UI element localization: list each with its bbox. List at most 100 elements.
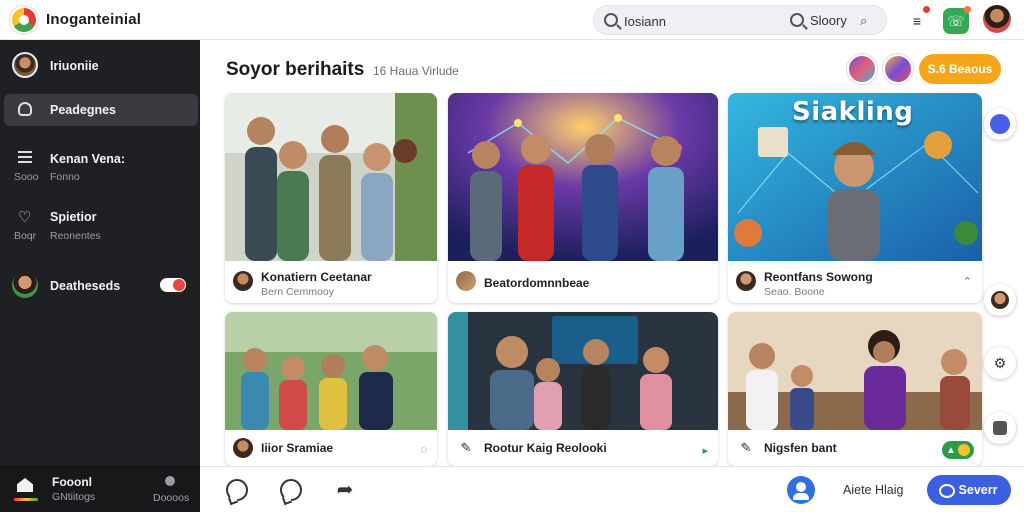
live-badge[interactable]: ▲ — [942, 441, 974, 459]
user-icon[interactable] — [787, 476, 815, 504]
more-icon[interactable]: ⌃ — [963, 275, 972, 288]
toggle-knob — [173, 279, 185, 291]
sidebar-item-label: Spietior — [50, 210, 97, 224]
share-icon[interactable]: ➦ — [334, 479, 356, 501]
avatar — [233, 438, 253, 458]
bottom-label[interactable]: Aiete Hlaig — [843, 483, 903, 497]
sidebar-item-deatheseds[interactable]: Deatheseds — [4, 270, 198, 300]
gear-icon: ⚙ — [993, 354, 1007, 371]
comment-icon[interactable] — [280, 479, 302, 501]
assistant-button[interactable] — [984, 108, 1016, 140]
room-card[interactable]: Beatordomnnbeae — [448, 93, 718, 303]
brand-logo[interactable] — [10, 6, 38, 34]
card-footer: Reontfans Sowong Seao. Boone ⌃ — [728, 261, 982, 303]
search-input[interactable] — [624, 12, 764, 30]
top-bar: Inoganteinial Sloory ⌕ ≡ ☏ — [0, 0, 1024, 40]
sidebar-item-peadegnes[interactable]: Peadegnes — [4, 94, 198, 126]
sidebar-item-label: Kenan Vena: — [50, 152, 126, 166]
sidebar-item-meta: Reonentes — [50, 230, 101, 242]
sidebar-item-meta: Fonno — [50, 171, 80, 183]
window-button[interactable] — [984, 412, 1016, 444]
card-title: Beatordomnnbeae — [484, 276, 590, 290]
avatar — [456, 271, 476, 291]
room-card[interactable]: Siakling Reontfans Sowong Seao. Boone ⌃ — [728, 93, 982, 303]
card-title: Rootur Kaig Reolooki — [484, 441, 607, 455]
emoji-icon — [957, 444, 970, 456]
room-card[interactable]: Iiior Sramiae ◌ — [225, 312, 437, 466]
card-footer: ✎ Nigsfen bant ▲ — [728, 430, 982, 466]
card-title: Nigsfen bant — [764, 441, 837, 455]
notifications-icon[interactable]: ≡ — [904, 6, 930, 34]
call-icon[interactable]: ☏ — [943, 6, 971, 34]
send-button[interactable]: Severr — [927, 475, 1011, 505]
voice-search-icon[interactable]: ⌕ — [860, 13, 876, 29]
card-footer: Beatordomnnbeae — [448, 261, 718, 303]
menu-icon — [18, 151, 32, 163]
settings-button[interactable]: ⚙ — [984, 347, 1016, 379]
search-icon — [604, 13, 618, 27]
room-card[interactable]: Konatiern Ceetanar Bern Cemmooy — [225, 93, 437, 303]
card-footer: Konatiern Ceetanar Bern Cemmooy — [225, 261, 437, 303]
footer-subtitle: GNtiitogs — [52, 491, 96, 503]
room-thumbnail — [225, 93, 437, 261]
search-bar[interactable]: Sloory ⌕ — [593, 5, 887, 35]
sidebar-item-meta: Boqr — [14, 230, 37, 242]
card-title: Konatiern Ceetanar — [261, 270, 372, 284]
edit-icon: ✎ — [736, 438, 756, 458]
notification-dot — [923, 6, 930, 13]
sidebar-item-label: Iriuoniie — [50, 59, 99, 73]
card-subtitle: Bern Cemmooy — [261, 286, 334, 298]
heart-icon: ♡ — [18, 209, 32, 226]
avatar — [233, 271, 253, 291]
live-indicator-icon: ▸ — [702, 445, 708, 457]
sidebar-item-profile[interactable]: Iriuoniie — [4, 50, 198, 82]
edit-icon: ✎ — [456, 438, 476, 458]
room-card[interactable]: ✎ Rootur Kaig Reolooki ▸ — [448, 312, 718, 466]
avatar — [12, 52, 38, 78]
room-thumbnail — [728, 312, 982, 430]
avatar — [736, 271, 756, 291]
sidebar-item-spietior[interactable]: ♡ Spietior Boqr Reonentes — [4, 206, 198, 246]
avatar — [991, 291, 1009, 309]
search-secondary-label[interactable]: Sloory — [810, 13, 847, 28]
sidebar-item-kenan-vena[interactable]: Kenan Vena: Sooo Fonno — [4, 148, 198, 188]
page-subtitle: 16 Haua Virlude — [373, 64, 459, 78]
status-dot-icon — [165, 476, 175, 486]
sidebar-item-meta: Sooo — [14, 171, 39, 183]
info-icon[interactable]: ◌ — [420, 444, 427, 456]
profile-button[interactable] — [984, 284, 1016, 316]
user-avatar[interactable] — [983, 5, 1011, 33]
footer-meta: Doooos — [153, 492, 190, 504]
page-title: Soyor berihaits — [226, 59, 365, 80]
card-title: Iiior Sramiae — [261, 441, 334, 455]
square-icon — [993, 421, 1007, 435]
card-footer: ✎ Rootur Kaig Reolooki ▸ — [448, 430, 718, 466]
bottom-bar: ➦ Aiete Hlaig Severr — [200, 466, 1024, 512]
sidebar-footer[interactable]: Fooonl GNtiitogs Doooos — [0, 465, 200, 512]
app-name: Inoganteinial — [46, 11, 142, 28]
chat-icon[interactable] — [226, 479, 248, 501]
call-badge — [964, 6, 971, 13]
participant-avatar[interactable] — [883, 54, 913, 84]
toggle-switch[interactable] — [160, 278, 186, 292]
home-icon — [14, 474, 38, 501]
card-subtitle: Seao. Boone — [764, 286, 825, 298]
room-thumbnail: Siakling — [728, 93, 982, 261]
user-icon — [18, 102, 32, 116]
footer-title: Fooonl — [52, 475, 92, 489]
search-icon[interactable] — [790, 13, 804, 27]
participant-avatar[interactable] — [847, 54, 877, 84]
sidebar-item-label: Peadegnes — [50, 103, 117, 117]
thumbnail-title: Siakling — [792, 97, 914, 127]
room-card[interactable]: ✎ Nigsfen bant ▲ — [728, 312, 982, 466]
room-thumbnail — [448, 312, 718, 430]
join-button[interactable]: S.6 Beaous — [919, 54, 1001, 84]
main-content: Soyor berihaits 16 Haua Virlude S.6 Beao… — [200, 40, 1024, 512]
room-thumbnail — [225, 312, 437, 430]
sidebar-item-label: Deatheseds — [50, 279, 121, 293]
avatar — [12, 272, 38, 298]
room-thumbnail — [448, 93, 718, 261]
card-title: Reontfans Sowong — [764, 270, 873, 284]
compass-icon — [990, 114, 1010, 134]
sidebar: Iriuoniie Peadegnes Kenan Vena: Sooo Fon… — [0, 40, 200, 512]
